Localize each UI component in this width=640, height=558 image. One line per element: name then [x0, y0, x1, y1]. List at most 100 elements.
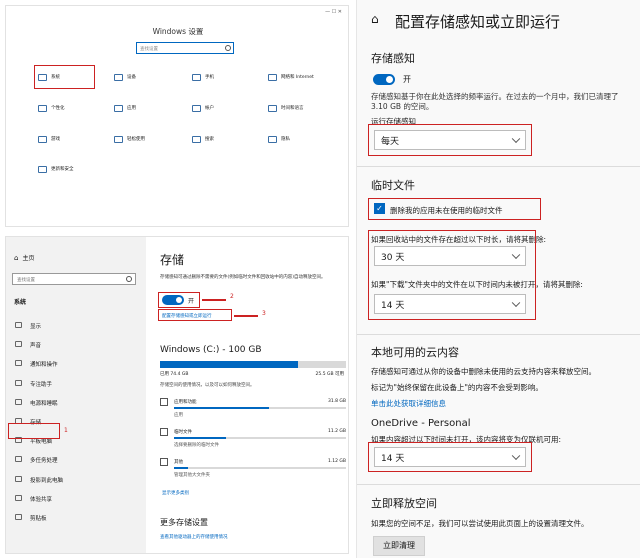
category-label: 游戏: [51, 137, 60, 142]
phone-icon: [192, 74, 201, 81]
category-search[interactable]: 搜索: [192, 134, 262, 148]
usage-item-bar: [174, 467, 346, 469]
sidebar-item-moon[interactable]: 专注助手: [6, 377, 141, 391]
category-accessibility[interactable]: 轻松使用: [114, 134, 184, 148]
settings-search-input[interactable]: 查找设置: [136, 42, 234, 54]
annotation-arrow-2: [202, 299, 226, 301]
sidebar-item-notification[interactable]: 通知和操作: [6, 357, 141, 371]
settings-title: Windows 设置: [152, 27, 204, 36]
sidebar-item-multitask[interactable]: 多任务处理: [6, 453, 141, 467]
section-divider: [357, 166, 640, 167]
sidebar-home[interactable]: ⌂ 主页: [14, 253, 35, 263]
cloud-details-link[interactable]: 单击此处获取详细信息: [371, 398, 446, 409]
sidebar-search-input[interactable]: 查找设置: [12, 273, 136, 285]
sidebar-item-label: 剪贴板: [30, 516, 47, 522]
sidebar-item-share[interactable]: 体验共享: [6, 492, 141, 506]
sidebar-item-speaker[interactable]: 声音: [6, 338, 141, 352]
category-label: 搜索: [205, 137, 214, 142]
annotation-box-link: [158, 309, 232, 321]
usage-item-bar: [174, 437, 346, 439]
project-icon: [15, 475, 22, 482]
lock-icon: [268, 136, 277, 143]
category-phone[interactable]: 手机: [192, 72, 262, 86]
person-icon: [192, 105, 201, 112]
sidebar-item-power[interactable]: 电源和睡眠: [6, 396, 141, 410]
category-globe[interactable]: 网络和 Internet: [268, 72, 338, 86]
sidebar-section-title: 系统: [14, 299, 27, 306]
brush-icon: [38, 105, 47, 112]
annotation-box-checkbox: [368, 198, 541, 220]
sidebar-home-label: 主页: [22, 255, 35, 262]
sidebar-item-monitor[interactable]: 显示: [6, 319, 141, 333]
home-icon: ⌂: [14, 253, 19, 262]
sidebar-item-clipboard[interactable]: 剪贴板: [6, 511, 141, 525]
drive-free: 25.5 GB 可用: [315, 372, 344, 377]
category-label: 个性化: [51, 106, 65, 111]
category-sync[interactable]: 更新和安全: [38, 164, 108, 178]
folder-icon: [160, 458, 168, 466]
storage-title: 存储: [160, 253, 185, 267]
usage-item-bar: [174, 407, 346, 409]
globe-icon: [268, 74, 277, 81]
temp-files-heading: 临时文件: [371, 179, 415, 192]
usage-item[interactable]: 应用和功能 31.8 GB 应用: [160, 397, 346, 423]
annotation-box-toggle: [158, 292, 200, 308]
sidebar: ⌂ 主页 查找设置 系统 显示 声音 通知和操作 专注助手 电源和睡眠 存储 平板电脑 多任务…: [6, 237, 146, 553]
sidebar-item-project[interactable]: 投影到此电脑: [6, 473, 141, 487]
more-storage-settings-title: 更多存储设置: [160, 518, 208, 527]
category-keyboard[interactable]: 设备: [114, 72, 184, 86]
usage-item-label: 应用和功能: [174, 400, 197, 405]
clipboard-icon: [15, 514, 22, 520]
sync-icon: [38, 166, 47, 173]
cloud-description: 存储感知可通过从你的设备中删除未使用的云支持内容来释放空间。: [371, 367, 596, 376]
usage-item[interactable]: 其他 1.12 GB 管理其他大文件夹: [160, 457, 346, 483]
category-lock[interactable]: 隐私: [268, 134, 338, 148]
category-label: 轻松使用: [127, 137, 145, 142]
storage-sense-toggle[interactable]: [373, 74, 395, 85]
sidebar-item-label: 通知和操作: [30, 362, 58, 369]
category-clock[interactable]: 时间和语言: [268, 103, 338, 117]
usage-item-note: 选择要删除的临时文件: [174, 443, 219, 448]
category-label: 时间和语言: [281, 106, 304, 111]
sidebar-item-label: 显示: [30, 324, 42, 330]
annotation-box-system: [34, 65, 95, 89]
toggle-state-label: 开: [403, 75, 411, 84]
usage-item[interactable]: 临时文件 11.2 GB 选择要删除的临时文件: [160, 427, 346, 453]
annotation-number-3: 3: [262, 310, 266, 317]
sidebar-item-label: 投影到此电脑: [30, 477, 64, 484]
sidebar-item-label: 体验共享: [30, 496, 53, 503]
category-label: 设备: [127, 75, 136, 80]
moon-icon: [15, 379, 22, 386]
drive-used: 已用 74.4 GB: [160, 372, 189, 377]
home-icon[interactable]: ⌂: [371, 12, 379, 26]
apps-list-icon: [160, 398, 168, 406]
category-gamepad[interactable]: 游戏: [38, 134, 108, 148]
category-brush[interactable]: 个性化: [38, 103, 108, 117]
storage-page-panel: ⌂ 主页 查找设置 系统 显示 声音 通知和操作 专注助手 电源和睡眠 存储 平板电脑 多任务…: [5, 236, 349, 554]
usage-item-label: 临时文件: [174, 430, 192, 435]
annotation-box-temp-dropdowns: [368, 230, 536, 320]
category-person[interactable]: 帐户: [192, 103, 262, 117]
drive-title: Windows (C:) - 100 GB: [160, 345, 262, 355]
other-drives-link[interactable]: 查看其他驱动器上的存储使用情况: [160, 534, 228, 540]
onedrive-title: OneDrive - Personal: [371, 418, 471, 429]
show-more-categories-link[interactable]: 显示更多类别: [162, 490, 189, 496]
keyboard-icon: [114, 74, 123, 81]
accessibility-icon: [114, 136, 123, 143]
annotation-box-storage: [8, 423, 60, 439]
category-apps[interactable]: 应用: [114, 103, 184, 117]
clock-icon: [268, 105, 277, 112]
usage-item-size: 1.12 GB: [327, 459, 346, 464]
category-label: 隐私: [281, 137, 290, 142]
clean-now-button[interactable]: 立即清理: [373, 536, 425, 556]
storage-main: 存储 存储感知可通过删除不需要的文件(例如临时文件和回收站中的内容)自动释放空间…: [152, 237, 348, 553]
settings-search-placeholder: 查找设置: [140, 47, 158, 52]
apps-icon: [114, 105, 123, 112]
sidebar-search-placeholder: 查找设置: [17, 278, 35, 283]
free-space-description: 如果您的空间不足，我们可以尝试使用此页面上的设置清理文件。: [371, 519, 589, 528]
page-title: 配置存储感知或立即运行: [395, 13, 561, 31]
sidebar-item-label: 专注助手: [30, 381, 53, 388]
section-divider: [357, 484, 640, 485]
window-controls: — ☐ ✕: [325, 9, 342, 15]
cloud-content-heading: 本地可用的云内容: [371, 346, 459, 359]
